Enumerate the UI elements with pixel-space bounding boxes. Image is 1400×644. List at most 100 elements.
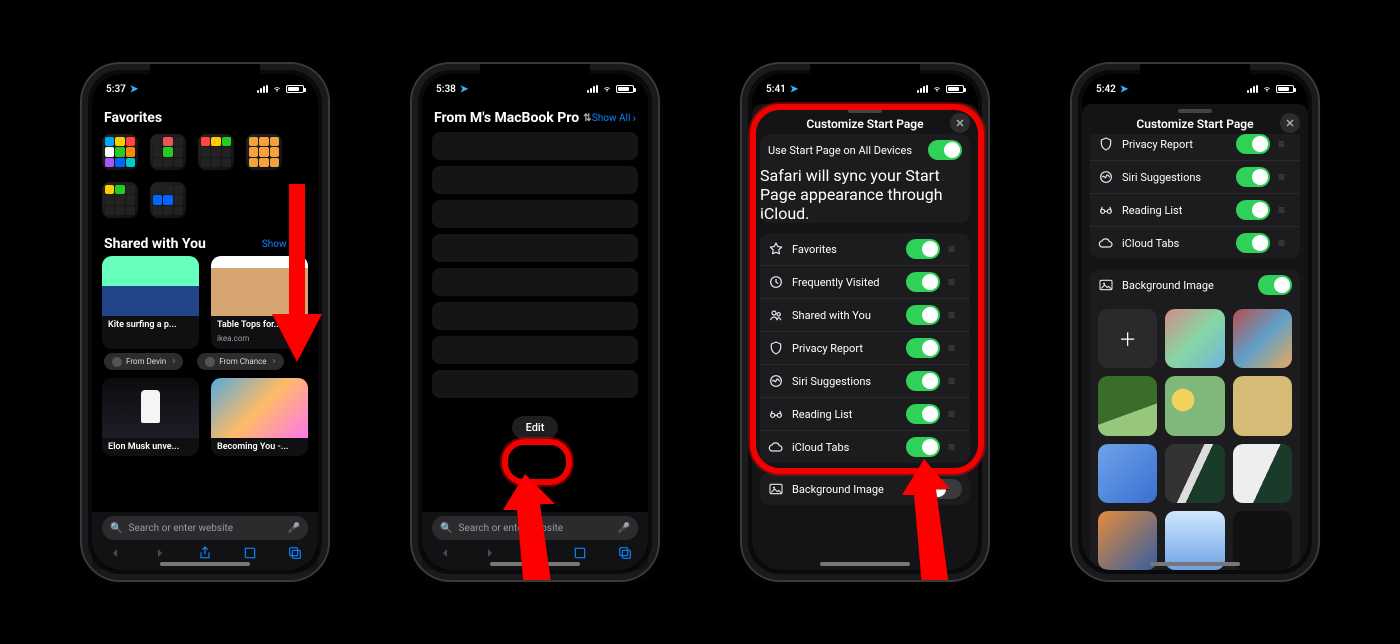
section-row: Reading List <box>760 397 970 430</box>
shared-card[interactable]: Elon Musk unve... <box>102 378 199 456</box>
section-row-toggle[interactable] <box>906 437 940 457</box>
drag-handle-icon[interactable] <box>948 440 962 454</box>
home-indicator[interactable] <box>490 562 580 566</box>
drag-handle-icon[interactable] <box>948 242 962 256</box>
shared-card[interactable]: Table Tops for... ikea.com <box>211 256 308 349</box>
drag-handle-icon[interactable] <box>948 308 962 322</box>
start-page[interactable]: Favorites Shared with You Show All <box>92 104 318 512</box>
status-bar: 5:37➤ <box>92 74 318 104</box>
background-tile[interactable] <box>1098 444 1157 503</box>
section-row-toggle[interactable] <box>906 338 940 358</box>
background-tile[interactable] <box>1233 444 1292 503</box>
favorite-item[interactable] <box>150 134 186 170</box>
favorite-item[interactable] <box>102 134 138 170</box>
back-icon[interactable] <box>437 545 453 561</box>
background-tile[interactable] <box>1165 309 1224 368</box>
background-image-toggle[interactable] <box>1258 275 1292 295</box>
forward-icon[interactable] <box>152 545 168 561</box>
sheet-grabber[interactable] <box>1178 109 1212 113</box>
background-image-toggle[interactable] <box>928 479 962 499</box>
background-tile[interactable] <box>1233 376 1292 435</box>
close-button[interactable]: ✕ <box>1280 113 1300 133</box>
from-chip[interactable]: From Devin <box>104 353 183 370</box>
drag-handle-icon[interactable] <box>1278 137 1292 151</box>
show-all-label: Show All <box>262 239 301 250</box>
cellular-icon <box>257 85 268 93</box>
tab-row[interactable] <box>432 200 638 228</box>
section-row-toggle[interactable] <box>1236 167 1270 187</box>
drag-handle-icon[interactable] <box>948 275 962 289</box>
tab-row[interactable] <box>432 302 638 330</box>
tab-row[interactable] <box>432 234 638 262</box>
favorite-item[interactable] <box>246 134 282 170</box>
favorite-item[interactable] <box>150 182 186 218</box>
search-field[interactable]: 🔍 Search or enter website 🎤 <box>432 516 638 540</box>
drag-handle-icon[interactable] <box>1278 203 1292 217</box>
background-tile[interactable] <box>1098 376 1157 435</box>
section-row-toggle[interactable] <box>906 371 940 391</box>
start-page[interactable]: From M's MacBook Pro ⇅ Show All Edit <box>422 104 648 512</box>
forward-icon[interactable] <box>482 545 498 561</box>
home-indicator[interactable] <box>1150 562 1240 566</box>
close-button[interactable]: ✕ <box>950 113 970 133</box>
background-tile[interactable] <box>1233 309 1292 368</box>
shared-card[interactable]: Becoming You -... <box>211 378 308 456</box>
tab-row[interactable] <box>432 336 638 364</box>
avatar-icon <box>205 357 215 367</box>
bookmarks-icon[interactable] <box>242 545 258 561</box>
edit-button[interactable]: Edit <box>512 416 559 439</box>
status-time: 5:41 <box>766 84 786 95</box>
card-source: ikea.com <box>211 334 308 349</box>
shared-card[interactable]: Kite surfing a p... <box>102 256 199 349</box>
share-icon[interactable] <box>527 545 543 561</box>
favorite-item[interactable] <box>198 134 234 170</box>
device-switch-icon[interactable]: ⇅ <box>583 113 591 124</box>
glasses-icon <box>1098 202 1114 218</box>
bookmarks-icon[interactable] <box>572 545 588 561</box>
section-row-toggle[interactable] <box>906 305 940 325</box>
home-indicator[interactable] <box>160 562 250 566</box>
section-row-toggle[interactable] <box>1236 134 1270 154</box>
drag-handle-icon[interactable] <box>1278 170 1292 184</box>
use-all-devices-toggle[interactable] <box>928 140 962 160</box>
drag-handle-icon[interactable] <box>948 341 962 355</box>
sheet-grabber[interactable] <box>848 109 882 113</box>
section-row-toggle[interactable] <box>1236 200 1270 220</box>
section-row-toggle[interactable] <box>1236 233 1270 253</box>
drag-handle-icon[interactable] <box>1278 236 1292 250</box>
siri-icon <box>1098 169 1114 185</box>
background-tile[interactable] <box>1165 376 1224 435</box>
back-icon[interactable] <box>107 545 123 561</box>
search-field[interactable]: 🔍 Search or enter website 🎤 <box>102 516 308 540</box>
cellular-icon <box>587 85 598 93</box>
section-row: iCloud Tabs <box>760 430 970 463</box>
background-tile[interactable] <box>1233 511 1292 570</box>
battery-icon <box>616 85 634 93</box>
background-tile[interactable] <box>1165 444 1224 503</box>
drag-handle-icon[interactable] <box>948 374 962 388</box>
from-chip[interactable]: From Chance <box>197 353 283 370</box>
tabs-icon[interactable] <box>287 545 303 561</box>
background-add-button[interactable]: ＋ <box>1098 309 1157 368</box>
edit-label: Edit <box>526 421 545 434</box>
tabs-icon[interactable] <box>617 545 633 561</box>
favorites-grid <box>102 134 308 170</box>
tab-row[interactable] <box>432 166 638 194</box>
share-icon[interactable] <box>197 545 213 561</box>
home-indicator[interactable] <box>820 562 910 566</box>
favorite-item[interactable] <box>102 182 138 218</box>
show-all-link[interactable]: Show All <box>262 237 306 251</box>
mic-icon[interactable]: 🎤 <box>618 523 630 534</box>
tab-row[interactable] <box>432 132 638 160</box>
tab-row[interactable] <box>432 268 638 296</box>
use-all-devices-label: Use Start Page on All Devices <box>768 144 920 157</box>
section-row-toggle[interactable] <box>906 239 940 259</box>
show-all-link[interactable]: Show All <box>592 111 636 125</box>
section-row-toggle[interactable] <box>906 404 940 424</box>
section-row-toggle[interactable] <box>906 272 940 292</box>
background-tile[interactable] <box>1098 511 1157 570</box>
tab-row[interactable] <box>432 370 638 398</box>
wifi-icon <box>1262 85 1272 93</box>
drag-handle-icon[interactable] <box>948 407 962 421</box>
mic-icon[interactable]: 🎤 <box>288 523 300 534</box>
